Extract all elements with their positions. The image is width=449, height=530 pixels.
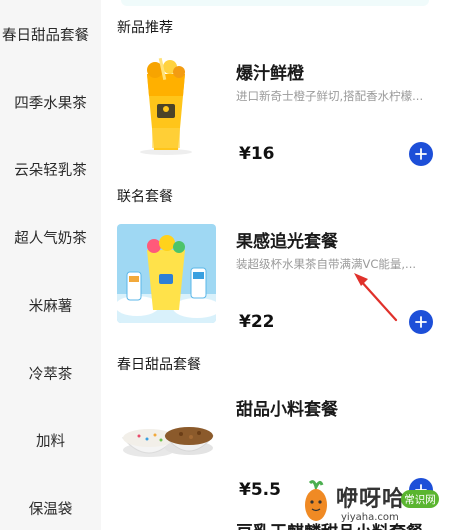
product-name-combo[interactable]: 果感追光套餐 — [236, 227, 338, 252]
category-sidebar: 春日甜品套餐 四季水果茶 云朵轻乳茶 超人气奶茶 米麻薯 冷萃茶 加料 保温袋 — [0, 0, 101, 530]
section-title-spring-dessert: 春日甜品套餐 — [117, 357, 201, 373]
watermark: 咿呀哈 常识网 yiyaha.com — [296, 479, 449, 530]
product-desc-combo: 装超级杯水果茶自带满满VC能量,... — [236, 257, 417, 271]
product-price-dessert: ¥5.5 — [239, 480, 281, 500]
plus-icon — [415, 148, 427, 160]
product-price-combo: ¥22 — [239, 312, 275, 332]
plus-icon — [415, 316, 427, 328]
product-image-orange[interactable] — [117, 56, 216, 155]
orange-drink-image — [117, 56, 216, 155]
combo-drink-image — [117, 224, 216, 323]
section-title-collab: 联名套餐 — [117, 189, 173, 205]
watermark-url: yiyaha.com — [341, 512, 399, 523]
product-image-combo[interactable] — [117, 224, 216, 323]
product-list: 新品推荐 爆汁鲜橙 进口新奇士橙子鲜切,搭配香水柠檬... ¥16 联名套餐 果… — [101, 0, 449, 530]
product-image-dessert[interactable] — [117, 390, 216, 489]
top-banner-edge — [121, 0, 429, 6]
watermark-badge: 常识网 — [401, 490, 439, 508]
dessert-bowls-image — [117, 390, 216, 489]
section-title-new: 新品推荐 — [117, 20, 173, 36]
sidebar-item-mochi[interactable]: 米麻薯 — [0, 283, 101, 327]
product-name-orange[interactable]: 爆汁鲜橙 — [236, 59, 304, 84]
product-desc-orange: 进口新奇士橙子鲜切,搭配香水柠檬... — [236, 89, 424, 103]
sidebar-item-popular-milk-tea[interactable]: 超人气奶茶 — [0, 215, 101, 259]
sidebar-item-cold-brew[interactable]: 冷萃茶 — [0, 351, 101, 395]
watermark-text: 咿呀哈 — [336, 487, 406, 512]
add-button-combo[interactable] — [409, 310, 433, 334]
add-button-orange[interactable] — [409, 142, 433, 166]
sidebar-item-spring-dessert-set[interactable]: 春日甜品套餐 — [0, 12, 101, 56]
product-price-orange: ¥16 — [239, 144, 275, 164]
sidebar-item-toppings[interactable]: 加料 — [0, 418, 101, 462]
product-name-dessert[interactable]: 甜品小料套餐 — [236, 395, 338, 420]
sidebar-item-fruit-tea[interactable]: 四季水果茶 — [0, 80, 101, 124]
carrot-mascot-icon — [305, 480, 327, 521]
sidebar-item-cloud-milk-tea[interactable]: 云朵轻乳茶 — [0, 147, 101, 191]
sidebar-item-thermal-bag[interactable]: 保温袋 — [0, 486, 101, 530]
